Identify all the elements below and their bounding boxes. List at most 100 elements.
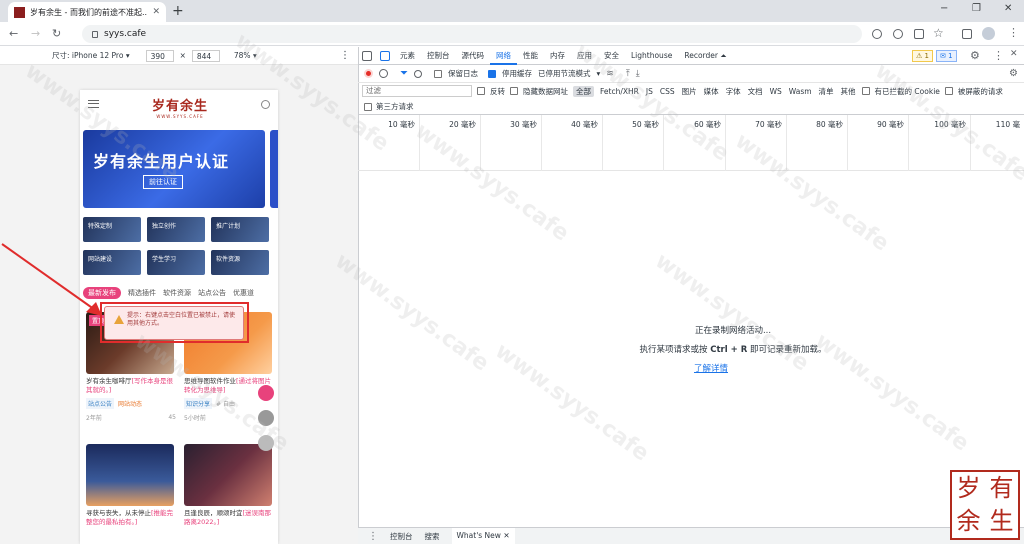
category-promotion[interactable]: 推广计划 <box>211 217 269 242</box>
learn-more-link[interactable]: 了解详情 <box>358 362 1024 374</box>
search-network-icon[interactable] <box>414 69 422 78</box>
third-party-checkbox[interactable] <box>364 102 372 111</box>
browser-menu-icon[interactable]: ⋮ <box>1008 26 1019 39</box>
hamburger-menu-icon[interactable] <box>88 100 99 108</box>
messages-badge[interactable]: ✉ 1 <box>936 50 957 62</box>
filter-type-xhr[interactable]: Fetch/XHR <box>599 87 640 96</box>
warnings-badge[interactable]: ⚠ 1 <box>912 50 933 62</box>
device-more-icon[interactable]: ⋮ <box>340 50 350 61</box>
banner-button[interactable]: 前往认证 <box>143 175 183 189</box>
tag-link[interactable]: 知识分享 <box>184 398 213 409</box>
clear-icon[interactable] <box>379 69 388 78</box>
network-conditions-icon[interactable]: ≋ <box>606 69 614 79</box>
post-card[interactable]: 寻获与丧失，从未停止[推能完整您的最私拍有。] <box>86 444 176 527</box>
record-icon[interactable] <box>364 69 373 78</box>
tab-performance[interactable]: 性能 <box>517 47 544 65</box>
close-drawer-tab-icon[interactable]: ✕ <box>503 531 509 540</box>
category-software[interactable]: 软件资源 <box>211 250 269 275</box>
new-tab-button[interactable]: + <box>172 3 184 19</box>
devtools-more-icon[interactable]: ⋮ <box>993 49 1004 62</box>
filter-icon[interactable]: ⏷ <box>400 68 408 79</box>
floating-chat-icon[interactable] <box>258 410 274 426</box>
side-panel-icon[interactable] <box>962 29 972 39</box>
filter-type-manifest[interactable]: 清单 <box>818 86 835 97</box>
address-bar[interactable]: syys.cafe <box>82 25 862 43</box>
drawer-tab-whats-new[interactable]: What's New ✕ <box>451 528 515 544</box>
key-icon[interactable] <box>872 29 882 39</box>
tab-software[interactable]: 软件资源 <box>163 288 191 298</box>
tab-deals[interactable]: 优惠道 <box>233 288 254 298</box>
minimize-button[interactable]: − <box>940 3 948 14</box>
tab-elements[interactable]: 元素 <box>394 47 421 65</box>
drawer-menu-icon[interactable]: ⋮ <box>368 531 378 542</box>
tab-console[interactable]: 控制台 <box>421 47 456 65</box>
category-custom[interactable]: 特殊定制 <box>83 217 141 242</box>
filter-type-img[interactable]: 图片 <box>681 86 698 97</box>
tag-link[interactable]: 站点公告 <box>86 398 115 409</box>
tab-security[interactable]: 安全 <box>598 47 625 65</box>
tab-plugins[interactable]: 精选插件 <box>128 288 156 298</box>
filter-input[interactable]: 过滤 <box>362 85 472 97</box>
filter-type-css[interactable]: CSS <box>659 87 676 96</box>
filter-type-media[interactable]: 媒体 <box>703 86 720 97</box>
filter-type-font[interactable]: 字体 <box>725 86 742 97</box>
filter-type-doc[interactable]: 文档 <box>747 86 764 97</box>
device-width-input[interactable]: 390 <box>145 49 174 62</box>
tag-link[interactable]: # 自由 <box>216 399 235 408</box>
drawer-tab-search[interactable]: 搜索 <box>425 531 440 542</box>
category-original[interactable]: 独立创作 <box>147 217 205 242</box>
filter-type-js[interactable]: JS <box>645 87 654 96</box>
tab-recorder[interactable]: Recorder ⏶ <box>678 47 732 65</box>
preserve-log-checkbox[interactable] <box>434 69 442 78</box>
invert-checkbox[interactable] <box>477 87 485 95</box>
inspect-element-icon[interactable] <box>362 50 372 61</box>
close-window-button[interactable]: ✕ <box>1004 3 1012 14</box>
filter-type-all[interactable]: 全部 <box>573 85 594 97</box>
search-icon[interactable] <box>261 100 270 109</box>
post-card[interactable]: 且逢良辰，顺颂时宜[迷误南那路离2022。] <box>184 444 274 527</box>
close-devtools-icon[interactable]: ✕ <box>1010 49 1018 59</box>
blocked-cookies-checkbox[interactable] <box>861 87 870 95</box>
zoom-select[interactable]: 78% ▾ <box>234 51 257 60</box>
close-tab-icon[interactable]: ✕ <box>152 7 160 17</box>
throttle-select[interactable]: 已停用节流模式 <box>538 68 591 79</box>
maximize-button[interactable]: ❐ <box>972 3 981 14</box>
network-timeline[interactable]: 10 毫秒 20 毫秒 30 毫秒 40 毫秒 50 毫秒 60 毫秒 70 毫… <box>358 115 1024 171</box>
import-har-icon[interactable]: ⤒ <box>626 69 630 79</box>
tab-application[interactable]: 应用 <box>571 47 598 65</box>
hero-banner[interactable]: 岁有余生用户认证 前往认证 <box>83 130 265 208</box>
device-height-input[interactable]: 844 <box>191 49 220 62</box>
tab-announcements[interactable]: 站点公告 <box>198 288 226 298</box>
filter-type-ws[interactable]: WS <box>769 87 783 96</box>
throttle-arrow-icon[interactable]: ▾ <box>597 69 601 78</box>
category-study[interactable]: 学生学习 <box>147 250 205 275</box>
back-icon[interactable]: ← <box>9 27 18 40</box>
device-select[interactable]: 尺寸: iPhone 12 Pro ▾ <box>52 50 130 61</box>
filter-type-wasm[interactable]: Wasm <box>788 87 813 96</box>
floating-gift-icon[interactable] <box>258 385 274 401</box>
settings-gear-icon[interactable]: ⚙ <box>970 49 980 62</box>
blocked-requests-checkbox[interactable] <box>944 87 953 95</box>
export-har-icon[interactable]: ⤓ <box>636 69 640 79</box>
network-settings-icon[interactable]: ⚙ <box>1009 68 1018 79</box>
site-logo[interactable]: 岁有余生 WWW.SYYS.CAFE <box>140 95 220 119</box>
tab-sources[interactable]: 源代码 <box>456 47 491 65</box>
tag-link[interactable]: 网站动态 <box>118 399 142 408</box>
drawer-tab-console[interactable]: 控制台 <box>390 531 413 542</box>
zoom-icon[interactable] <box>893 29 903 39</box>
disable-cache-checkbox[interactable] <box>488 69 496 78</box>
next-banner[interactable] <box>270 130 278 208</box>
profile-avatar[interactable] <box>982 27 995 40</box>
device-toggle-icon[interactable] <box>380 50 390 61</box>
bookmark-star-icon[interactable]: ☆ <box>933 26 944 40</box>
share-icon[interactable] <box>914 29 924 39</box>
floating-wechat-icon[interactable] <box>258 435 274 451</box>
tab-network[interactable]: 网络 <box>490 47 517 65</box>
filter-type-other[interactable]: 其他 <box>840 86 857 97</box>
tab-lighthouse[interactable]: Lighthouse <box>625 47 678 65</box>
tab-memory[interactable]: 内存 <box>544 47 571 65</box>
browser-tab[interactable]: 岁有余生 - 而我们的前途不准起... ✕ <box>8 2 166 22</box>
forward-icon[interactable]: → <box>31 27 40 40</box>
reload-icon[interactable]: ↻ <box>52 27 61 40</box>
hide-data-urls-checkbox[interactable] <box>510 87 518 95</box>
